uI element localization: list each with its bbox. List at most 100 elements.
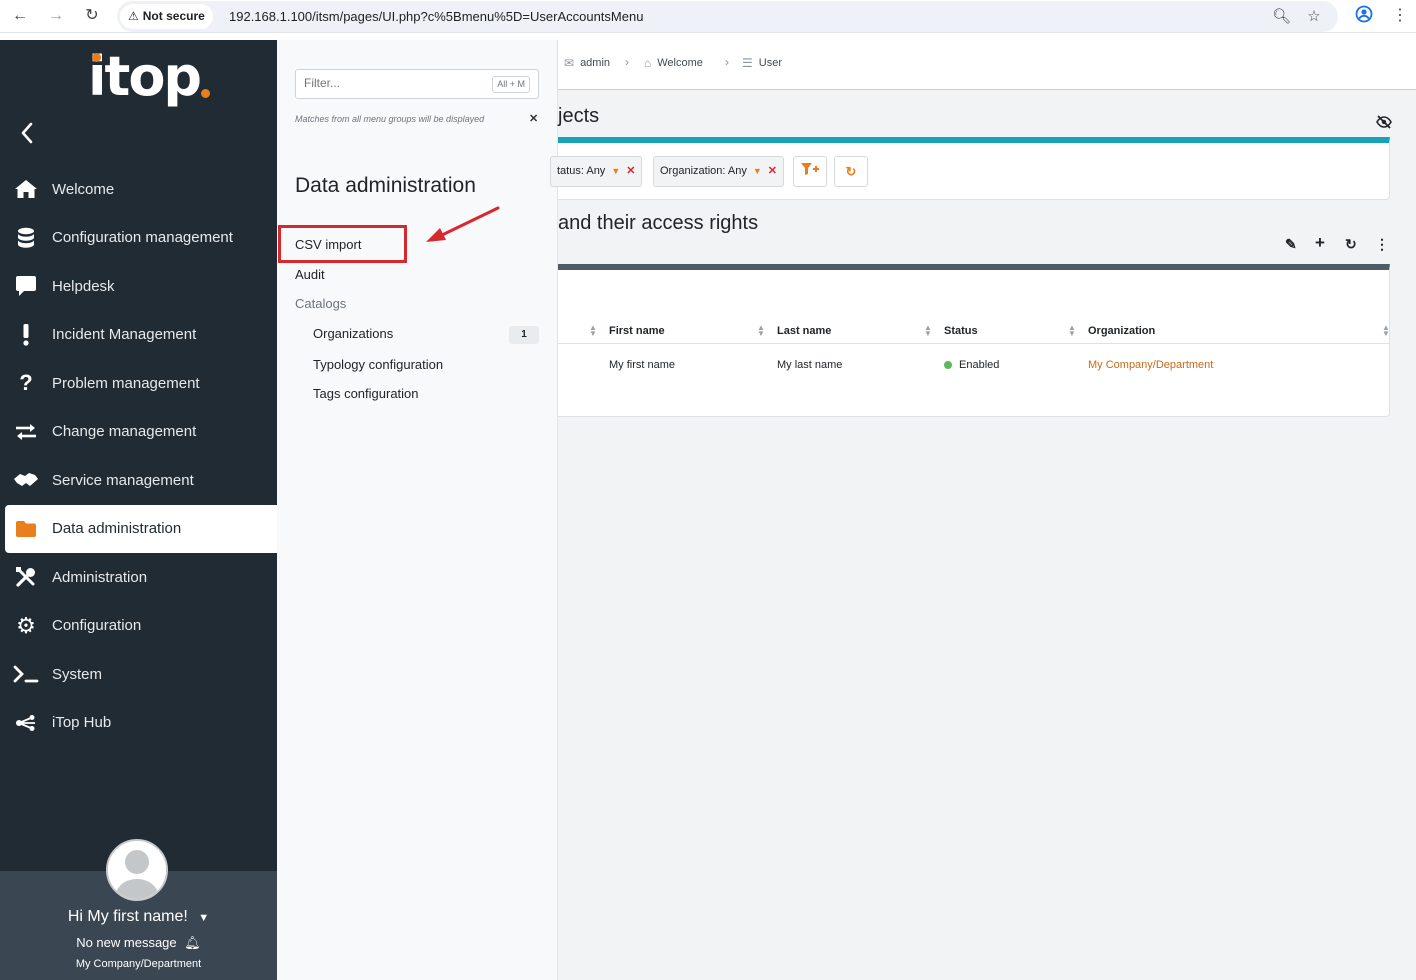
menu-link-tags-configuration[interactable]: Tags configuration bbox=[313, 386, 419, 401]
user-organization: My Company/Department bbox=[75, 958, 202, 970]
sidebar-item-label: Configuration bbox=[52, 617, 142, 635]
sidebar-item-welcome[interactable]: Welcome bbox=[0, 165, 277, 214]
sort-icon[interactable]: ▲ ▼ bbox=[589, 324, 597, 338]
add-criteria-filter-button[interactable] bbox=[793, 156, 827, 187]
sort-icon[interactable]: ▲ ▼ bbox=[757, 324, 765, 338]
sidebar-item-label: Service management bbox=[52, 471, 194, 489]
search-section-title: jects bbox=[558, 105, 600, 127]
sidebar-item-label: Problem management bbox=[52, 374, 200, 392]
eye-slash-icon[interactable] bbox=[1376, 115, 1392, 129]
sidebar-item-helpdesk[interactable]: Helpdesk bbox=[0, 262, 277, 311]
itop-logo[interactable]: itop bbox=[88, 45, 218, 110]
breadcrumb-item-admin[interactable]: ✉ admin bbox=[564, 56, 610, 70]
breadcrumb-item-welcome[interactable]: ⌂ Welcome bbox=[644, 56, 703, 70]
menu-group-catalogs: Catalogs bbox=[295, 296, 347, 311]
sidebar-nav: Welcome Configuration management Helpdes… bbox=[0, 165, 277, 747]
share-icon bbox=[12, 711, 40, 735]
column-header-status[interactable]: Status bbox=[944, 325, 978, 337]
sidebar-item-configuration-management[interactable]: Configuration management bbox=[0, 214, 277, 263]
column-header-first-name[interactable]: First name bbox=[609, 325, 665, 337]
sidebar-item-system[interactable]: System bbox=[0, 650, 277, 699]
sidebar-item-label: Change management bbox=[52, 423, 197, 441]
collapse-sidebar-chevron-left-icon[interactable] bbox=[16, 120, 40, 146]
list-section-title: and their access rights bbox=[558, 212, 759, 234]
sidebar-item-label: Incident Management bbox=[52, 326, 197, 344]
database-icon bbox=[12, 226, 40, 250]
remove-criteria-close-icon[interactable]: ✕ bbox=[768, 165, 777, 177]
sidebar-item-data-administration[interactable]: Data administration bbox=[5, 504, 277, 553]
organizations-count-badge: 1 bbox=[509, 326, 539, 344]
clear-filter-close-icon[interactable]: ✕ bbox=[529, 112, 538, 125]
user-list-table: ▲ ▼ First name ▲ ▼ Last name ▲ ▼ Status ▲ ▼ … bbox=[558, 264, 1390, 417]
column-header-organization[interactable]: Organization bbox=[1088, 325, 1155, 337]
menu-link-audit[interactable]: Audit bbox=[295, 267, 325, 282]
breadcrumb-label: admin bbox=[580, 57, 611, 69]
more-actions-kebab-icon[interactable]: ⋮ bbox=[1375, 236, 1389, 253]
caret-down-icon[interactable]: ▼ bbox=[198, 912, 209, 924]
url-text[interactable]: 192.168.1.100/itsm/pages/UI.php?c%5Bmenu… bbox=[229, 1, 643, 32]
add-plus-icon[interactable]: + bbox=[1315, 233, 1325, 253]
filter-hint: Matches from all menu groups will be dis… bbox=[295, 114, 485, 124]
cell-organization-link[interactable]: My Company/Department bbox=[1088, 359, 1213, 371]
menu-drawer: All + M Matches from all menu groups wil… bbox=[277, 40, 558, 980]
menu-link-organizations[interactable]: Organizations bbox=[313, 326, 393, 341]
sidebar-item-label: Welcome bbox=[52, 180, 115, 198]
zoom-icon[interactable]: 🔍︎ bbox=[1272, 8, 1291, 26]
logo-dot bbox=[92, 53, 101, 62]
caret-down-icon[interactable]: ▼ bbox=[753, 166, 762, 176]
exchange-icon bbox=[12, 420, 40, 444]
sidebar-item-label: Data administration bbox=[52, 520, 182, 538]
security-chip[interactable]: ⚠ Not secure bbox=[120, 4, 213, 29]
user-messages[interactable]: No new message 🔔︎ bbox=[0, 935, 277, 951]
status-enabled-dot-icon bbox=[944, 361, 952, 369]
drawer-title: Data administration bbox=[295, 174, 476, 197]
edit-pencil-icon[interactable]: ✎ bbox=[1285, 236, 1297, 253]
list-icon: ☰ bbox=[742, 56, 753, 70]
browser-menu-icon[interactable]: ⋮ bbox=[1389, 5, 1411, 27]
back-icon[interactable]: ← bbox=[9, 5, 31, 27]
refresh-icon: ↻ bbox=[845, 164, 857, 179]
annotation-arrow-icon bbox=[426, 206, 500, 242]
refresh-search-button[interactable]: ↻ bbox=[834, 156, 868, 187]
exclamation-icon bbox=[12, 323, 40, 347]
sidebar-item-service-management[interactable]: Service management bbox=[0, 456, 277, 505]
caret-down-icon[interactable]: ▼ bbox=[611, 166, 620, 176]
security-label: Not secure bbox=[142, 9, 205, 23]
comment-icon bbox=[12, 274, 40, 298]
breadcrumb-item-user[interactable]: ☰ User bbox=[742, 56, 782, 70]
bookmark-star-icon[interactable]: ☆ bbox=[1305, 8, 1323, 26]
filter-shortcut-badge: All + M bbox=[492, 76, 530, 93]
question-icon: ? bbox=[19, 370, 33, 396]
criteria-organization[interactable]: Organization: Any ▼ ✕ bbox=[653, 156, 784, 187]
sidebar-item-problem-management[interactable]: ? Problem management bbox=[0, 359, 277, 408]
sidebar-item-itop-hub[interactable]: iTop Hub bbox=[0, 699, 277, 748]
menu-link-typology-configuration[interactable]: Typology configuration bbox=[313, 357, 443, 372]
sort-icon[interactable]: ▲ ▼ bbox=[1382, 324, 1390, 338]
logo-text: itop bbox=[88, 45, 202, 108]
sidebar-item-administration[interactable]: Administration bbox=[0, 553, 277, 602]
remove-criteria-close-icon[interactable]: ✕ bbox=[626, 165, 635, 177]
user-messages-text: No new message bbox=[76, 935, 177, 950]
cell-status: Enabled bbox=[959, 359, 1000, 371]
user-greeting[interactable]: Hi My first name! ▼ bbox=[0, 908, 277, 926]
cell-first-name[interactable]: My first name bbox=[609, 359, 675, 371]
refresh-list-icon[interactable]: ↻ bbox=[1345, 236, 1357, 253]
criteria-status[interactable]: tatus: Any ▼ ✕ bbox=[550, 156, 643, 187]
profile-icon[interactable] bbox=[1353, 5, 1375, 27]
bell-icon: 🔔︎ bbox=[184, 935, 201, 950]
menu-filter-box[interactable]: All + M bbox=[295, 69, 539, 99]
menu-filter-input[interactable] bbox=[304, 76, 484, 90]
forward-icon[interactable]: → bbox=[45, 5, 67, 27]
column-header-last-name[interactable]: Last name bbox=[777, 325, 831, 337]
sidebar-item-change-management[interactable]: Change management bbox=[0, 408, 277, 457]
sidebar-item-incident-management[interactable]: Incident Management bbox=[0, 311, 277, 360]
gear-icon: ⚙ bbox=[16, 612, 36, 638]
sidebar-item-configuration[interactable]: ⚙ Configuration bbox=[0, 602, 277, 651]
sort-icon[interactable]: ▲ ▼ bbox=[924, 324, 932, 338]
sidebar-item-label: iTop Hub bbox=[52, 714, 112, 732]
breadcrumb-label: User bbox=[758, 57, 782, 69]
address-bar[interactable]: ⚠ Not secure 192.168.1.100/itsm/pages/UI.… bbox=[117, 1, 1338, 32]
sort-icon[interactable]: ▲ ▼ bbox=[1068, 324, 1076, 338]
reload-icon[interactable]: ↻ bbox=[81, 5, 103, 27]
user-avatar[interactable] bbox=[106, 839, 168, 901]
